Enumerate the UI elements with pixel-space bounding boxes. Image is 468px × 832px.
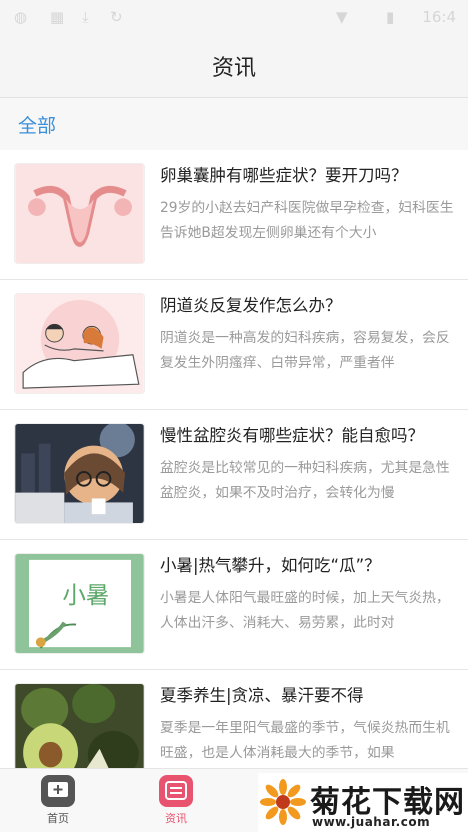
flower-logo-icon — [260, 779, 306, 825]
article-title: 卵巢囊肿有哪些症状？要开刀吗？ — [160, 166, 408, 185]
tab-news[interactable]: 资讯 — [126, 769, 226, 832]
tab-home-label: 首页 — [47, 812, 69, 825]
article-list: 卵巢囊肿有哪些症状？要开刀吗？ 29岁的小赵去妇产科医院做早孕检查，妇科医生告诉… — [0, 150, 468, 768]
filter-bar: 全部 — [0, 98, 468, 150]
download-icon: ⤓ — [82, 8, 89, 26]
article-item[interactable]: 阴道炎反复发作怎么办？ 阴道炎是一种高发的妇科疾病，容易复发，会反复发生外阴瘙痒… — [0, 280, 468, 410]
article-title: 阴道炎反复发作怎么办？ — [160, 296, 342, 315]
article-title: 小暑|热气攀升，如何吃“瓜”？ — [160, 556, 381, 575]
status-time: 16:4 — [422, 8, 456, 26]
article-item[interactable]: 夏季养生|贪凉、暴汗要不得 夏季是一年里阳气最盛的季节，气候炎热而生机旺盛，也是… — [0, 670, 468, 768]
watermark: 菊花下载网 www.juahar.com — [258, 773, 468, 832]
article-thumbnail: 小暑 — [14, 553, 145, 654]
article-item[interactable]: 卵巢囊肿有哪些症状？要开刀吗？ 29岁的小赵去妇产科医院做早孕检查，妇科医生告诉… — [0, 150, 468, 280]
article-thumbnail — [14, 423, 145, 524]
sim-icon: ▦ — [50, 8, 65, 26]
watermark-url: www.juahar.com — [312, 815, 431, 829]
plus-square-icon — [41, 775, 75, 807]
status-bar: ◍ ▦ ⤓ ↻ ▼ ▮ 16:4 — [0, 0, 468, 34]
tired-woman-illustration — [15, 424, 144, 523]
article-title: 慢性盆腔炎有哪些症状？能自愈吗？ — [160, 426, 424, 445]
article-item[interactable]: 慢性盆腔炎有哪些症状？能自愈吗？ 盆腔炎是比较常见的一种妇科疾病，尤其是急性盆腔… — [0, 410, 468, 540]
article-thumbnail — [14, 293, 145, 394]
page-title: 资讯 — [211, 55, 256, 81]
article-thumbnail — [14, 163, 145, 264]
article-title: 夏季养生|贪凉、暴汗要不得 — [160, 686, 364, 705]
article-item[interactable]: 小暑 小暑|热气攀升，如何吃“瓜”？ 小暑是人体阳气最旺盛的时候，加上天气炎热，… — [0, 540, 468, 670]
news-icon — [159, 775, 193, 807]
xiaoshu-poster: 小暑 — [15, 554, 144, 653]
title-bar: 资讯 — [0, 34, 468, 98]
app-icon: ◍ — [14, 8, 28, 26]
uterus-illustration — [15, 164, 144, 263]
article-thumbnail — [14, 683, 145, 768]
article-summary: 盆腔炎是比较常见的一种妇科疾病，尤其是急性盆腔炎，如果不及时治疗，会转化为慢 — [160, 460, 450, 501]
tab-news-label: 资讯 — [165, 812, 187, 825]
poster-text: 小暑 — [62, 581, 109, 609]
couple-illustration — [15, 294, 144, 393]
article-summary: 阴道炎是一种高发的妇科疾病，容易复发，会反复发生外阴瘙痒、白带异常，严重者伴 — [160, 330, 450, 371]
wifi-icon: ▼ — [336, 8, 348, 26]
sync-icon: ↻ — [110, 8, 123, 26]
article-summary: 夏季是一年里阳气最盛的季节，气候炎热而生机旺盛，也是人体消耗最大的季节，如果 — [160, 720, 450, 761]
avocado-photo — [15, 684, 144, 768]
filter-all-tab[interactable]: 全部 — [18, 111, 56, 138]
tab-home[interactable]: 首页 — [8, 769, 108, 832]
article-summary: 小暑是人体阳气最旺盛的时候，加上天气炎热，人体出汗多、消耗大、易劳累，此时对 — [160, 590, 450, 631]
article-summary: 29岁的小赵去妇产科医院做早孕检查，妇科医生告诉她B超发现左侧卵巢还有个大小 — [160, 200, 454, 241]
battery-icon: ▮ — [386, 8, 395, 26]
